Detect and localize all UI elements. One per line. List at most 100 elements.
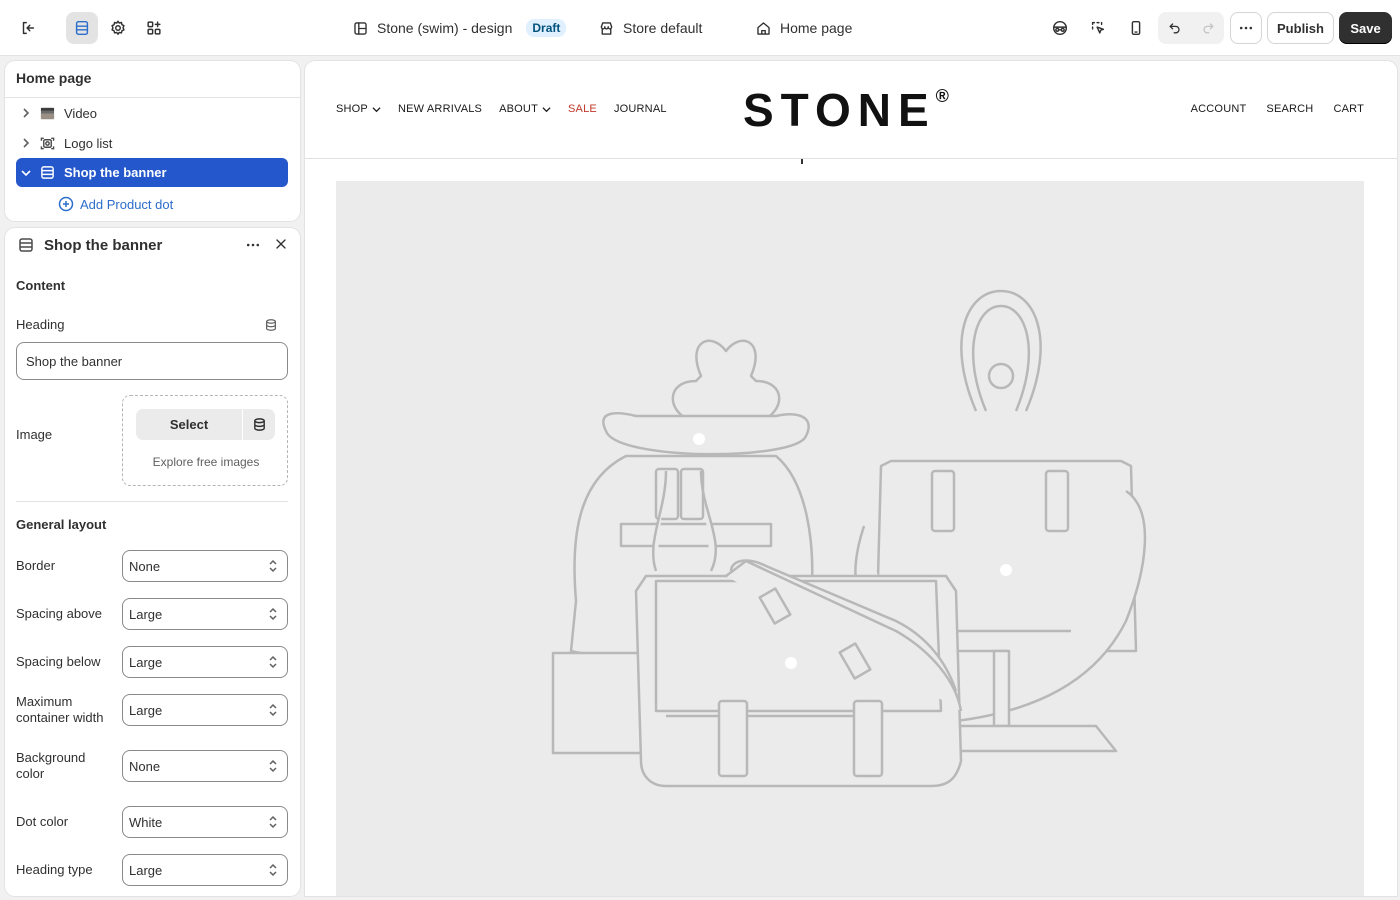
spacing-below-select[interactable]: Large <box>122 646 288 678</box>
heading-input[interactable] <box>16 342 288 380</box>
spacing-above-select[interactable]: Large <box>122 598 288 630</box>
max-container-width-value: Large <box>129 702 163 718</box>
heading-type-select[interactable]: Large <box>122 854 288 886</box>
theme-selector[interactable]: Stone (swim) - design Draft <box>352 0 567 56</box>
heading-label: Heading <box>16 317 65 332</box>
dot-color-value: White <box>129 814 163 830</box>
bags-illustration <box>551 289 1147 788</box>
dot-color-select[interactable]: White <box>122 806 288 838</box>
database-icon <box>266 319 276 331</box>
nav-item-journal[interactable]: JOURNAL <box>614 103 667 115</box>
select-arrows-icon <box>268 655 278 672</box>
store-logo[interactable]: STONE® <box>743 83 949 137</box>
add-product-dot-label: Add Product dot <box>80 196 174 212</box>
product-dot[interactable] <box>785 657 797 669</box>
spacing-below-value: Large <box>129 654 163 670</box>
undo-button[interactable] <box>1158 12 1191 44</box>
tree-item-video[interactable]: Video <box>16 99 288 127</box>
close-settings-button[interactable] <box>273 236 289 255</box>
theme-settings-tab[interactable] <box>102 12 134 44</box>
save-button[interactable]: Save <box>1339 12 1392 44</box>
dot-color-label: Dot color <box>16 814 69 829</box>
tree-item-shop-the-banner[interactable]: Shop the banner <box>16 158 288 187</box>
shop-the-banner-image[interactable] <box>336 181 1364 896</box>
home-icon <box>757 21 770 35</box>
close-icon <box>276 239 286 249</box>
exit-button[interactable] <box>12 12 44 44</box>
inspector-toggle[interactable] <box>1044 12 1076 44</box>
video-thumbnail-icon <box>36 106 58 121</box>
nav-item-search[interactable]: SEARCH <box>1266 103 1313 115</box>
image-label: Image <box>16 427 53 442</box>
history-controls <box>1158 12 1224 44</box>
mobile-icon <box>1131 20 1141 36</box>
divider <box>5 97 300 98</box>
chevron-right-icon[interactable] <box>16 138 36 148</box>
cursor-select-icon <box>1091 21 1105 34</box>
tree-item-logo-list[interactable]: Logo list <box>16 129 288 157</box>
tree-item-label: Video <box>64 105 98 121</box>
chevron-down-icon[interactable] <box>16 168 36 178</box>
store-preview: SHOP NEW ARRIVALS ABOUT SALE JOURNAL STO… <box>305 61 1397 896</box>
select-arrows-icon <box>268 759 278 776</box>
heading-type-label: Heading type <box>16 862 93 877</box>
more-actions-button[interactable] <box>1230 12 1262 44</box>
nav-item-shop[interactable]: SHOP <box>336 103 381 115</box>
chevron-down-icon <box>542 106 551 112</box>
theme-name: Stone (swim) - design <box>377 20 513 36</box>
store-context-label: Store default <box>623 20 703 36</box>
mobile-view-toggle[interactable] <box>1120 12 1152 44</box>
nav-item-new-arrivals[interactable]: NEW ARRIVALS <box>398 103 482 115</box>
select-element-toggle[interactable] <box>1082 12 1114 44</box>
section-more-button[interactable] <box>245 237 261 256</box>
tree-title: Home page <box>16 70 92 86</box>
background-color-select[interactable]: None <box>122 750 288 782</box>
sections-tab[interactable] <box>66 12 98 44</box>
nav-item-cart[interactable]: CART <box>1333 103 1364 115</box>
chevron-right-icon[interactable] <box>16 108 36 118</box>
gear-icon <box>111 20 125 35</box>
store-main-nav: SHOP NEW ARRIVALS ABOUT SALE JOURNAL <box>336 103 667 115</box>
image-dynamic-source-button[interactable] <box>243 409 275 440</box>
layout-icon <box>354 21 367 35</box>
nav-label: ABOUT <box>499 103 538 115</box>
nav-item-about[interactable]: ABOUT <box>499 103 551 115</box>
add-product-dot-button[interactable]: Add Product dot <box>58 196 173 212</box>
database-icon <box>253 418 265 431</box>
logo-list-icon <box>36 136 58 151</box>
select-arrows-icon <box>268 559 278 576</box>
sections-icon <box>75 20 89 36</box>
image-picker: Select Explore free images <box>122 395 288 486</box>
tree-item-label: Logo list <box>64 135 113 151</box>
redo-icon <box>1202 23 1213 34</box>
app-embeds-tab[interactable] <box>138 12 170 44</box>
store-utility-nav: ACCOUNT SEARCH CART <box>1191 103 1364 115</box>
nav-item-account[interactable]: ACCOUNT <box>1191 103 1247 115</box>
section-tree-panel: Home page Video Logo list Shop the banne… <box>5 61 300 221</box>
product-dot[interactable] <box>693 433 705 445</box>
image-select-button[interactable]: Select <box>136 409 242 440</box>
border-select[interactable]: None <box>122 550 288 582</box>
draft-badge: Draft <box>526 19 567 37</box>
section-icon <box>18 237 34 256</box>
redo-button[interactable] <box>1191 12 1224 44</box>
product-dot[interactable] <box>1000 564 1012 576</box>
max-container-width-select[interactable]: Large <box>122 694 288 726</box>
settings-title: Shop the banner <box>44 237 163 254</box>
dynamic-source-button[interactable] <box>264 318 278 335</box>
page-selector[interactable]: Home page <box>755 0 852 56</box>
background-color-label: Background color <box>16 750 86 781</box>
border-select-value: None <box>129 558 161 574</box>
publish-button[interactable]: Publish <box>1267 12 1334 44</box>
store-icon <box>600 21 613 35</box>
editor-topbar: Stone (swim) - design Draft Store defaul… <box>0 0 1400 56</box>
spacing-below-label: Spacing below <box>16 654 101 669</box>
store-header: SHOP NEW ARRIVALS ABOUT SALE JOURNAL STO… <box>305 61 1397 159</box>
heading-peek <box>801 159 803 164</box>
chevron-down-icon <box>372 106 381 112</box>
select-arrows-icon <box>268 863 278 880</box>
nav-item-sale[interactable]: SALE <box>568 103 597 115</box>
store-context-selector[interactable]: Store default <box>598 0 702 56</box>
explore-free-images-link[interactable]: Explore free images <box>123 455 289 469</box>
select-arrows-icon <box>268 703 278 720</box>
